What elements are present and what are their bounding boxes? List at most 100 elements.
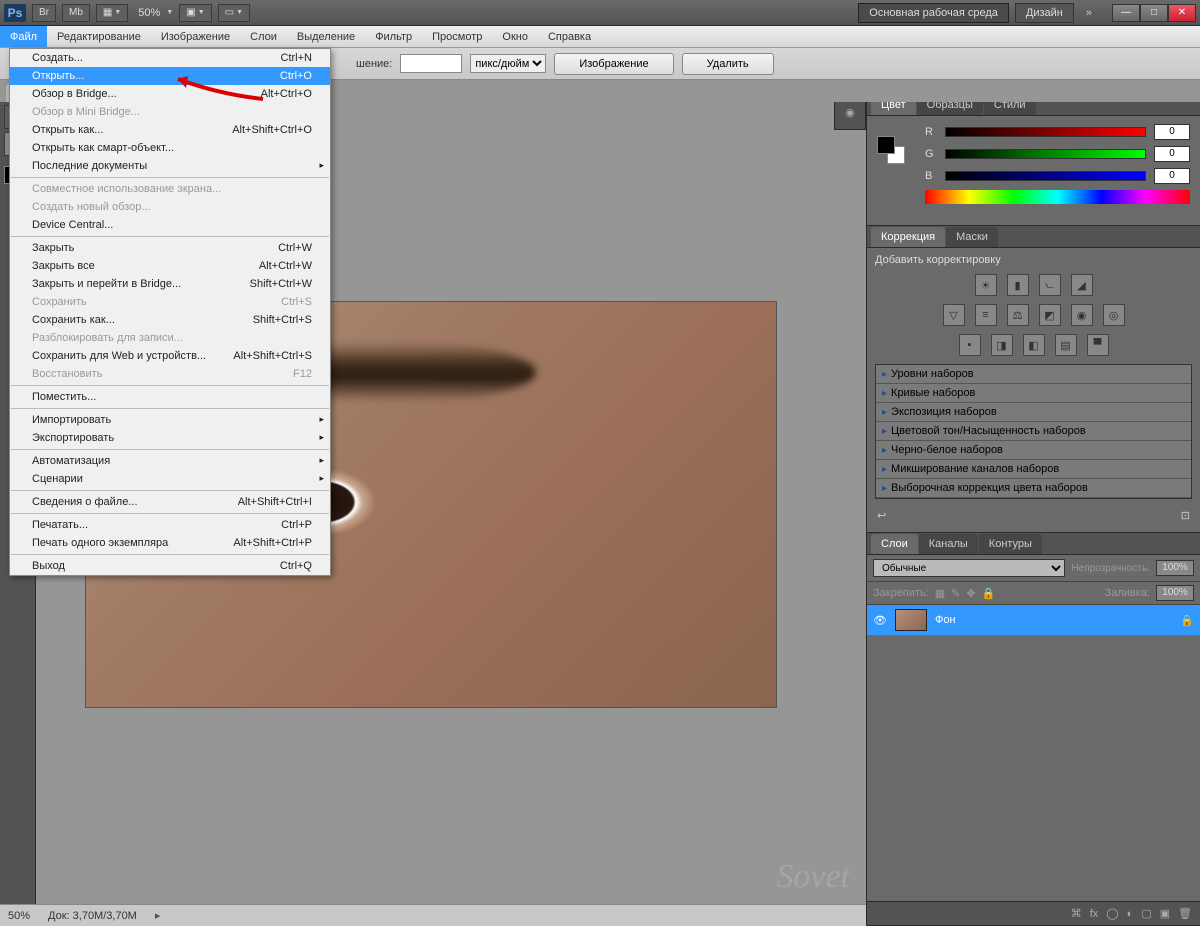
preset-item[interactable]: Микширование каналов наборов <box>876 460 1191 479</box>
delete-button[interactable]: Удалить <box>682 53 774 75</box>
posterize-icon[interactable]: ◨ <box>991 334 1013 356</box>
layer-thumbnail[interactable] <box>895 609 927 631</box>
status-zoom[interactable]: 50% <box>8 910 30 922</box>
menu-редактирование[interactable]: Редактирование <box>47 26 151 47</box>
menu-item[interactable]: Закрыть всеAlt+Ctrl+W <box>10 257 330 275</box>
g-slider[interactable] <box>945 149 1146 159</box>
r-value[interactable]: 0 <box>1154 124 1190 140</box>
menu-item[interactable]: Обзор в Bridge...Alt+Ctrl+O <box>10 85 330 103</box>
invert-icon[interactable]: ▪ <box>959 334 981 356</box>
spectrum-bar[interactable] <box>925 190 1190 204</box>
mask-icon[interactable]: ◯ <box>1106 907 1118 920</box>
menu-item[interactable]: Импортировать <box>10 411 330 429</box>
preset-item[interactable]: Цветовой тон/Насыщенность наборов <box>876 422 1191 441</box>
new-layer-icon[interactable]: ▣ <box>1160 907 1170 920</box>
menu-item[interactable]: Открыть как смарт-объект... <box>10 139 330 157</box>
menu-фильтр[interactable]: Фильтр <box>365 26 422 47</box>
panel-tab[interactable]: Каналы <box>919 534 978 554</box>
menu-item[interactable]: Device Central... <box>10 216 330 234</box>
window-close[interactable]: ✕ <box>1168 4 1196 22</box>
extras-dropdown[interactable]: ▦ <box>96 4 128 22</box>
panel-tab[interactable]: Маски <box>946 227 998 247</box>
panel-swatches[interactable] <box>877 136 905 164</box>
status-arrow-icon[interactable]: ▸ <box>155 909 161 922</box>
screenmode-dropdown[interactable]: ▭ <box>218 4 250 22</box>
lock-brush-icon[interactable]: ✎ <box>951 587 960 600</box>
preset-item[interactable]: Уровни наборов <box>876 365 1191 384</box>
workspace-design[interactable]: Дизайн <box>1015 3 1074 23</box>
mixer-icon[interactable]: ◎ <box>1103 304 1125 326</box>
g-value[interactable]: 0 <box>1154 146 1190 162</box>
menu-item[interactable]: Печатать...Ctrl+P <box>10 516 330 534</box>
preset-item[interactable]: Экспозиция наборов <box>876 403 1191 422</box>
balance-icon[interactable]: ⚖ <box>1007 304 1029 326</box>
menu-слои[interactable]: Слои <box>240 26 287 47</box>
menu-item[interactable]: Поместить... <box>10 388 330 406</box>
lock-all-icon[interactable]: 🔒 <box>982 587 996 600</box>
panel-fg-swatch[interactable] <box>877 136 895 154</box>
photo-filter-icon[interactable]: ◉ <box>1071 304 1093 326</box>
vibrance-icon[interactable]: ▽ <box>943 304 965 326</box>
hue-icon[interactable]: ≡ <box>975 304 997 326</box>
workspace-more-icon[interactable]: » <box>1080 7 1098 19</box>
preset-item[interactable]: Выборочная коррекция цвета наборов <box>876 479 1191 498</box>
panel-tab[interactable]: Слои <box>871 534 918 554</box>
trash-icon[interactable]: 🗑 <box>1178 907 1192 920</box>
selective-icon[interactable]: ▀ <box>1087 334 1109 356</box>
panel-tab[interactable]: Коррекция <box>871 227 945 247</box>
preset-item[interactable]: Черно-белое наборов <box>876 441 1191 460</box>
menu-изображение[interactable]: Изображение <box>151 26 240 47</box>
lock-move-icon[interactable]: ✥ <box>966 587 975 600</box>
fill-value[interactable]: 100% <box>1156 585 1194 601</box>
menu-item[interactable]: Автоматизация <box>10 452 330 470</box>
exposure-icon[interactable]: ◢ <box>1071 274 1093 296</box>
menu-просмотр[interactable]: Просмотр <box>422 26 492 47</box>
window-maximize[interactable]: □ <box>1140 4 1168 22</box>
window-minimize[interactable]: — <box>1112 4 1140 22</box>
menu-item[interactable]: ЗакрытьCtrl+W <box>10 239 330 257</box>
preset-back-icon[interactable]: ↩ <box>877 509 886 522</box>
menu-item[interactable]: Открыть как...Alt+Shift+Ctrl+O <box>10 121 330 139</box>
menu-item[interactable]: Создать...Ctrl+N <box>10 49 330 67</box>
menu-item[interactable]: Сохранить для Web и устройств...Alt+Shif… <box>10 347 330 365</box>
arrange-dropdown[interactable]: ▣ <box>179 4 211 22</box>
menu-файл[interactable]: Файл <box>0 26 47 47</box>
lock-pixels-icon[interactable]: ▦ <box>935 587 945 600</box>
levels-icon[interactable]: ▮ <box>1007 274 1029 296</box>
layer-row[interactable]: 👁 Фон 🔒 <box>867 605 1200 635</box>
b-slider[interactable] <box>945 171 1146 181</box>
workspace-essentials[interactable]: Основная рабочая среда <box>858 3 1009 23</box>
units-select[interactable]: пикс/дюйм <box>470 54 546 73</box>
b-value[interactable]: 0 <box>1154 168 1190 184</box>
image-button[interactable]: Изображение <box>554 53 673 75</box>
preset-clip-icon[interactable]: ⊡ <box>1181 509 1190 522</box>
fx-icon[interactable]: fx <box>1090 908 1099 920</box>
panel-tab[interactable]: Контуры <box>979 534 1042 554</box>
link-icon[interactable]: ⌘ <box>1071 907 1082 920</box>
minibridge-button[interactable]: Mb <box>62 4 90 22</box>
menu-item[interactable]: Последние документы <box>10 157 330 175</box>
gradient-map-icon[interactable]: ▤ <box>1055 334 1077 356</box>
menu-item[interactable]: ВыходCtrl+Q <box>10 557 330 575</box>
visibility-icon[interactable]: 👁 <box>873 613 887 627</box>
resolution-input[interactable] <box>400 54 462 73</box>
adjustment-layer-icon[interactable]: ◐ <box>1127 908 1134 920</box>
menu-item[interactable]: Сведения о файле...Alt+Shift+Ctrl+I <box>10 493 330 511</box>
menu-item[interactable]: Открыть...Ctrl+O <box>10 67 330 85</box>
r-slider[interactable] <box>945 127 1146 137</box>
menu-item[interactable]: Экспортировать <box>10 429 330 447</box>
brightness-icon[interactable]: ☀ <box>975 274 997 296</box>
blend-mode-select[interactable]: Обычные <box>873 559 1065 577</box>
menu-item[interactable]: Закрыть и перейти в Bridge...Shift+Ctrl+… <box>10 275 330 293</box>
menu-справка[interactable]: Справка <box>538 26 601 47</box>
bridge-button[interactable]: Br <box>32 4 56 22</box>
menu-item[interactable]: Сохранить как...Shift+Ctrl+S <box>10 311 330 329</box>
group-icon[interactable]: ▢ <box>1141 907 1151 920</box>
menu-item[interactable]: Сценарии <box>10 470 330 488</box>
bw-icon[interactable]: ◩ <box>1039 304 1061 326</box>
menu-окно[interactable]: Окно <box>492 26 538 47</box>
menu-item[interactable]: Печать одного экземпляраAlt+Shift+Ctrl+P <box>10 534 330 552</box>
opacity-value[interactable]: 100% <box>1156 560 1194 576</box>
menu-выделение[interactable]: Выделение <box>287 26 365 47</box>
threshold-icon[interactable]: ◧ <box>1023 334 1045 356</box>
